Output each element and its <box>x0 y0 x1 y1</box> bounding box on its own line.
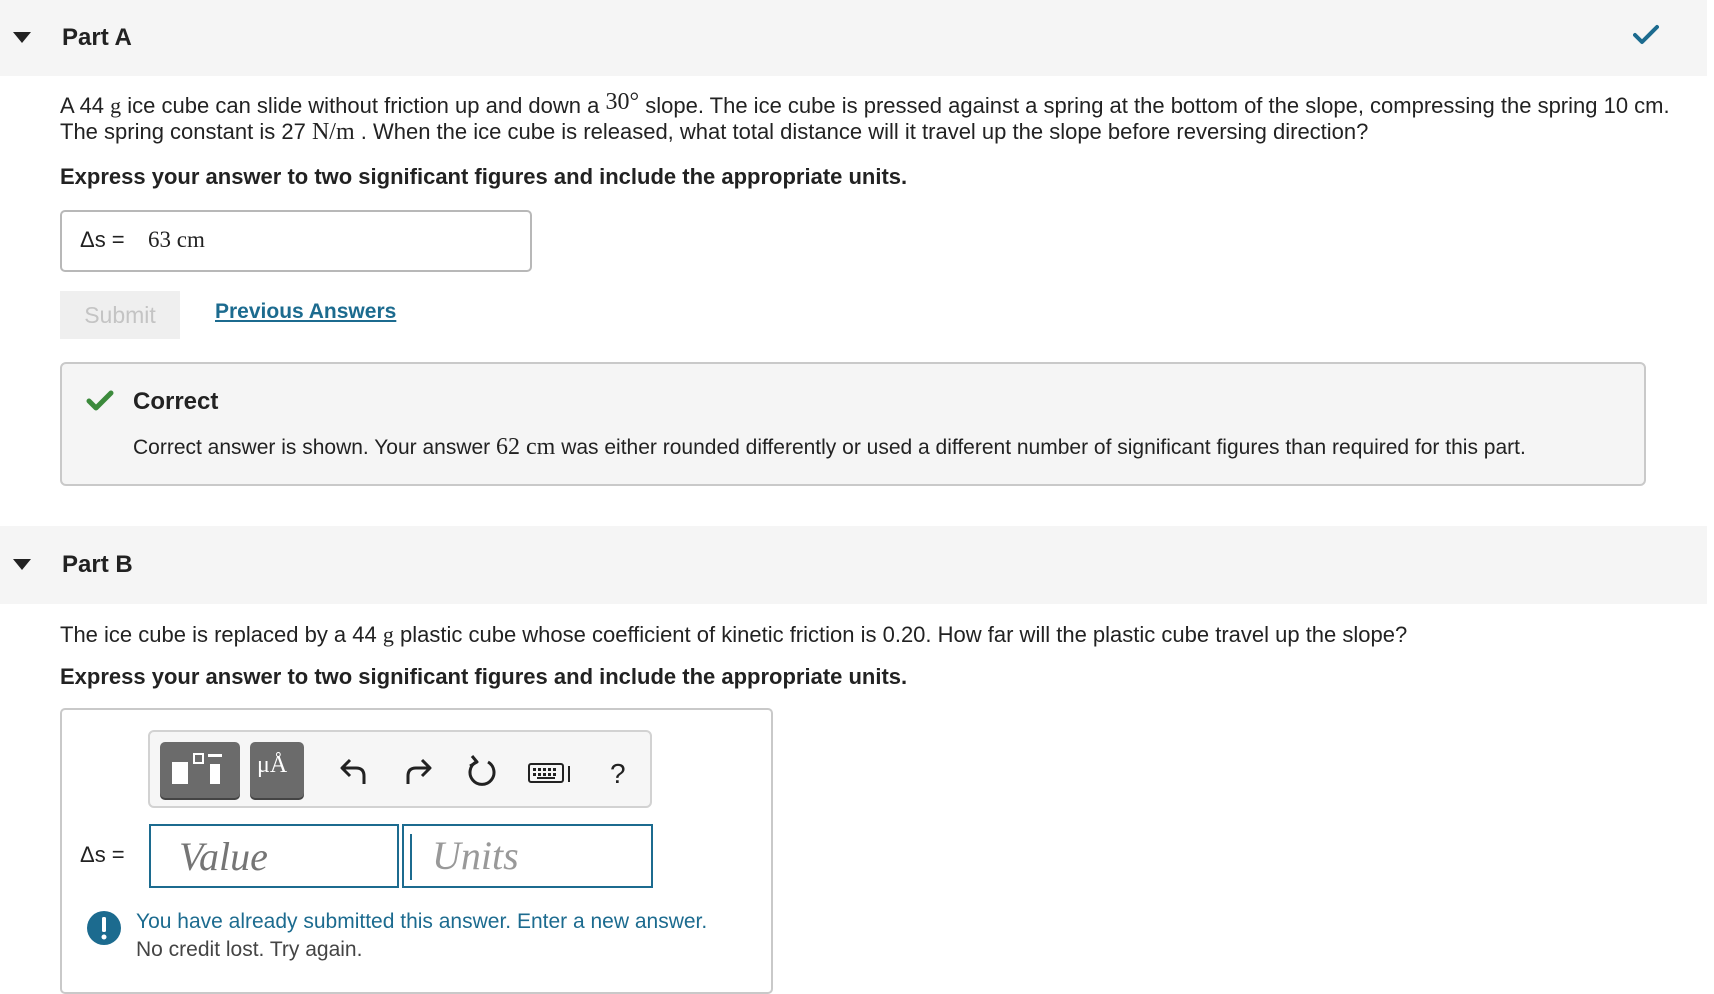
collapse-caret-icon[interactable] <box>13 32 31 43</box>
undo-icon[interactable] <box>338 754 370 788</box>
templates-button[interactable] <box>160 742 240 798</box>
part-a-question-line2: The spring constant is 27 N/m . When the… <box>60 119 1368 145</box>
unit-g: g <box>110 93 122 118</box>
warning-subtext: No credit lost. Try again. <box>136 938 363 961</box>
answer-label: Δs = <box>80 842 125 867</box>
question-text: A 44 <box>60 93 105 118</box>
alert-icon <box>87 911 121 945</box>
question-text: slope. The ice cube is pressed against a… <box>645 93 1670 118</box>
part-a-question-line1: A 44 g ice cube can slide without fricti… <box>60 89 1670 119</box>
spring-constant-unit: N/m <box>311 119 355 145</box>
part-b-answer-box: μÅ ? Δs = Units <box>60 708 773 994</box>
keyboard-icon[interactable] <box>528 760 572 786</box>
your-answer-value: 62 cm <box>496 434 556 460</box>
previous-answers-link[interactable]: Previous Answers <box>215 300 396 324</box>
part-b-instruction: Express your answer to two significant f… <box>60 664 908 689</box>
units-button[interactable]: μÅ <box>250 742 304 798</box>
reset-icon[interactable] <box>466 754 500 790</box>
part-b-header[interactable]: Part B <box>0 526 1707 604</box>
units-placeholder: Units <box>432 833 519 878</box>
part-a-title: Part A <box>62 24 132 51</box>
part-b-title: Part B <box>62 551 133 578</box>
answer-label: Δs = <box>80 227 125 252</box>
units-button-label: μÅ <box>257 752 288 778</box>
feedback-text-post: was either rounded differently or used a… <box>561 436 1526 459</box>
equation-toolbar: μÅ ? <box>148 730 652 808</box>
submit-button[interactable]: Submit <box>60 291 180 339</box>
question-text: The spring constant is 27 <box>60 119 306 144</box>
question-text: plastic cube whose coefficient of kineti… <box>400 622 1408 647</box>
warning-message: You have already submitted this answer. … <box>136 910 708 933</box>
text-cursor <box>410 834 412 880</box>
collapse-caret-icon[interactable] <box>13 559 31 570</box>
help-button[interactable]: ? <box>610 758 626 790</box>
feedback-title: Correct <box>133 388 219 415</box>
feedback-text: Correct answer is shown. Your answer 62 … <box>133 434 1526 461</box>
templates-icon <box>172 753 222 784</box>
part-a-answer-box: Δs = 63 cm <box>60 210 532 272</box>
part-a-header[interactable]: Part A <box>0 0 1707 76</box>
part-b-question: The ice cube is replaced by a 44 g plast… <box>60 622 1407 648</box>
answer-value: 63 cm <box>148 227 205 252</box>
correct-check-icon <box>86 390 114 411</box>
value-input[interactable] <box>149 824 399 888</box>
part-a-instruction: Express your answer to two significant f… <box>60 164 908 189</box>
question-text: ice cube can slide without friction up a… <box>127 93 600 118</box>
units-input[interactable]: Units <box>402 824 653 888</box>
question-text: . When the ice cube is released, what to… <box>360 119 1369 144</box>
feedback-text-pre: Correct answer is shown. Your answer <box>133 436 491 459</box>
redo-icon[interactable] <box>402 754 434 788</box>
completed-check-icon <box>1633 25 1659 44</box>
feedback-correct-box: Correct Correct answer is shown. Your an… <box>60 362 1646 486</box>
angle-value: 30° <box>605 89 640 115</box>
question-text: The ice cube is replaced by a 44 <box>60 622 377 647</box>
unit-g: g <box>382 622 394 647</box>
